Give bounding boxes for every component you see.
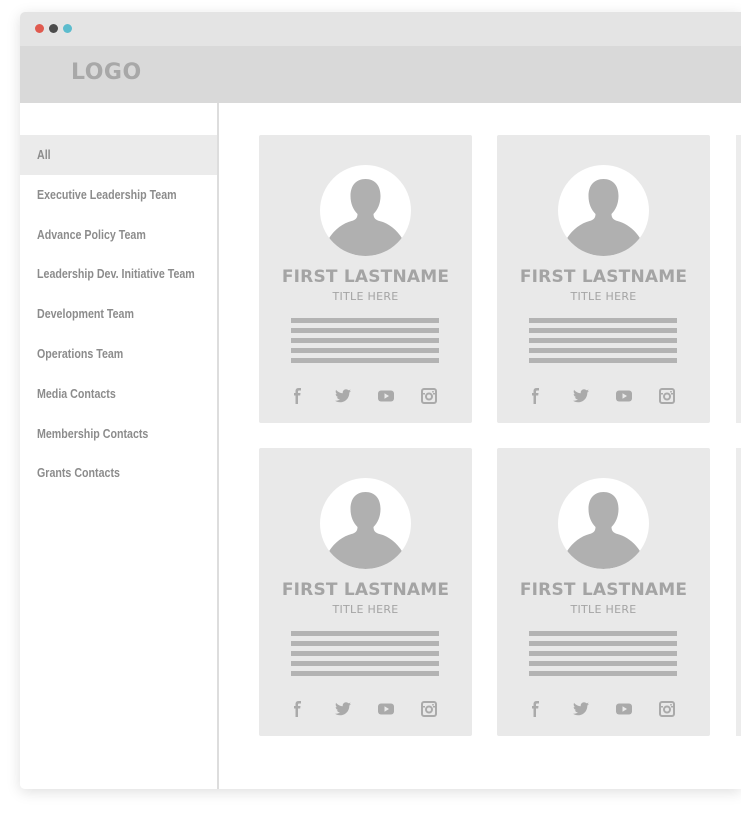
social-links: [259, 700, 472, 718]
browser-window: LOGO All Executive Leadership Team Advan…: [20, 12, 741, 789]
window-maximize-button[interactable]: [63, 24, 72, 33]
sidebar-item-development-team[interactable]: Development Team: [20, 294, 217, 334]
instagram-icon[interactable]: [658, 700, 676, 718]
bio-placeholder-text: [291, 631, 439, 681]
staff-name: FIRST LASTNAME: [281, 267, 450, 287]
sidebar-item-label: Grants Contacts: [37, 465, 120, 481]
staff-card-grid: FIRST LASTNAME TITLE HERE FIRST LASTNAME…: [221, 103, 741, 789]
staff-card[interactable]: FIRST LASTNAME TITLE HERE: [259, 448, 472, 736]
bio-placeholder-text: [291, 318, 439, 368]
facebook-icon[interactable]: [527, 387, 545, 405]
sidebar-item-label: All: [37, 147, 51, 162]
avatar-placeholder-icon: [558, 165, 649, 256]
category-list: All Executive Leadership Team Advance Po…: [20, 135, 217, 493]
youtube-icon[interactable]: [615, 387, 633, 405]
twitter-icon[interactable]: [572, 387, 590, 405]
sidebar-item-all[interactable]: All: [20, 135, 217, 175]
sidebar-item-label: Membership Contacts: [37, 425, 149, 441]
youtube-icon[interactable]: [377, 700, 395, 718]
sidebar-item-operations-team[interactable]: Operations Team: [20, 334, 217, 374]
window-minimize-button[interactable]: [49, 24, 58, 33]
avatar-placeholder-icon: [320, 478, 411, 569]
bio-placeholder-text: [529, 318, 677, 368]
category-sidebar: All Executive Leadership Team Advance Po…: [20, 103, 219, 789]
social-links: [259, 387, 472, 405]
staff-card[interactable]: FIRST LASTNAME TITLE HERE: [497, 448, 710, 736]
bio-placeholder-text: [529, 631, 677, 681]
sidebar-item-label: Media Contacts: [37, 385, 116, 401]
staff-title: TITLE HERE: [570, 290, 637, 303]
staff-title: TITLE HERE: [332, 290, 399, 303]
sidebar-item-membership-contacts[interactable]: Membership Contacts: [20, 414, 217, 454]
twitter-icon[interactable]: [334, 387, 352, 405]
avatar-placeholder-icon: [558, 478, 649, 569]
sidebar-item-label: Executive Leadership Team: [37, 186, 177, 202]
sidebar-item-advance-policy-team[interactable]: Advance Policy Team: [20, 215, 217, 255]
sidebar-item-label: Advance Policy Team: [37, 226, 146, 242]
sidebar-item-label: Leadership Dev. Initiative Team: [37, 266, 195, 282]
staff-name: FIRST LASTNAME: [519, 267, 688, 287]
facebook-icon[interactable]: [289, 700, 307, 718]
twitter-icon[interactable]: [572, 700, 590, 718]
window-close-button[interactable]: [35, 24, 44, 33]
staff-title: TITLE HERE: [570, 603, 637, 616]
staff-name: FIRST LASTNAME: [281, 580, 450, 600]
staff-card[interactable]: FIRST LASTNAME TITLE HERE: [497, 135, 710, 423]
social-links: [497, 387, 710, 405]
staff-card-partial[interactable]: [736, 448, 741, 736]
sidebar-item-leadership-dev-initiative-team[interactable]: Leadership Dev. Initiative Team: [20, 254, 217, 294]
social-links: [497, 700, 710, 718]
instagram-icon[interactable]: [420, 387, 438, 405]
sidebar-item-label: Operations Team: [37, 345, 124, 361]
facebook-icon[interactable]: [289, 387, 307, 405]
staff-card[interactable]: FIRST LASTNAME TITLE HERE: [259, 135, 472, 423]
window-titlebar: [20, 12, 741, 46]
sidebar-item-label: Development Team: [37, 306, 134, 322]
facebook-icon[interactable]: [527, 700, 545, 718]
twitter-icon[interactable]: [334, 700, 352, 718]
staff-title: TITLE HERE: [332, 603, 399, 616]
avatar-placeholder-icon: [320, 165, 411, 256]
youtube-icon[interactable]: [377, 387, 395, 405]
sidebar-item-grants-contacts[interactable]: Grants Contacts: [20, 453, 217, 493]
sidebar-item-media-contacts[interactable]: Media Contacts: [20, 374, 217, 414]
instagram-icon[interactable]: [420, 700, 438, 718]
sidebar-item-executive-leadership-team[interactable]: Executive Leadership Team: [20, 175, 217, 215]
site-header: LOGO: [20, 46, 741, 103]
staff-name: FIRST LASTNAME: [519, 580, 688, 600]
site-logo[interactable]: LOGO: [71, 60, 142, 85]
youtube-icon[interactable]: [615, 700, 633, 718]
staff-card-partial[interactable]: [736, 135, 741, 423]
instagram-icon[interactable]: [658, 387, 676, 405]
